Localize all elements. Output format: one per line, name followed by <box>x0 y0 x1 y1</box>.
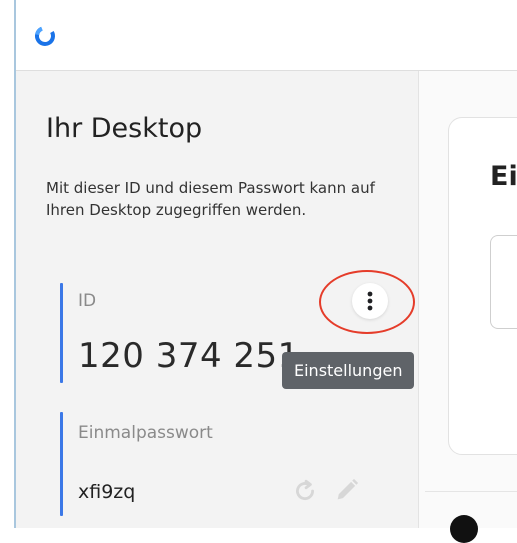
id-accent-line <box>60 283 63 383</box>
more-vertical-icon <box>367 291 373 311</box>
id-value[interactable]: 120 374 251 <box>78 336 300 376</box>
pencil-icon[interactable] <box>333 476 361 504</box>
window-left-edge <box>0 0 14 528</box>
password-accent-line <box>60 412 63 516</box>
title-bar <box>16 0 517 71</box>
id-label: ID <box>78 291 97 311</box>
content-divider <box>425 491 517 492</box>
status-indicator <box>450 515 478 543</box>
card-heading: Ei <box>490 161 517 192</box>
app-logo-icon <box>35 26 55 46</box>
password-value[interactable]: xfi9zq <box>78 481 135 503</box>
sidebar-title: Ihr Desktop <box>46 113 203 144</box>
refresh-icon[interactable] <box>292 478 318 504</box>
password-label: Einmalpasswort <box>78 423 213 443</box>
settings-menu-button[interactable] <box>352 283 388 319</box>
sidebar-description: Mit dieser ID und diesem Passwort kann a… <box>46 179 375 219</box>
remote-id-input[interactable] <box>490 235 517 329</box>
settings-tooltip: Einstellungen <box>282 352 415 389</box>
